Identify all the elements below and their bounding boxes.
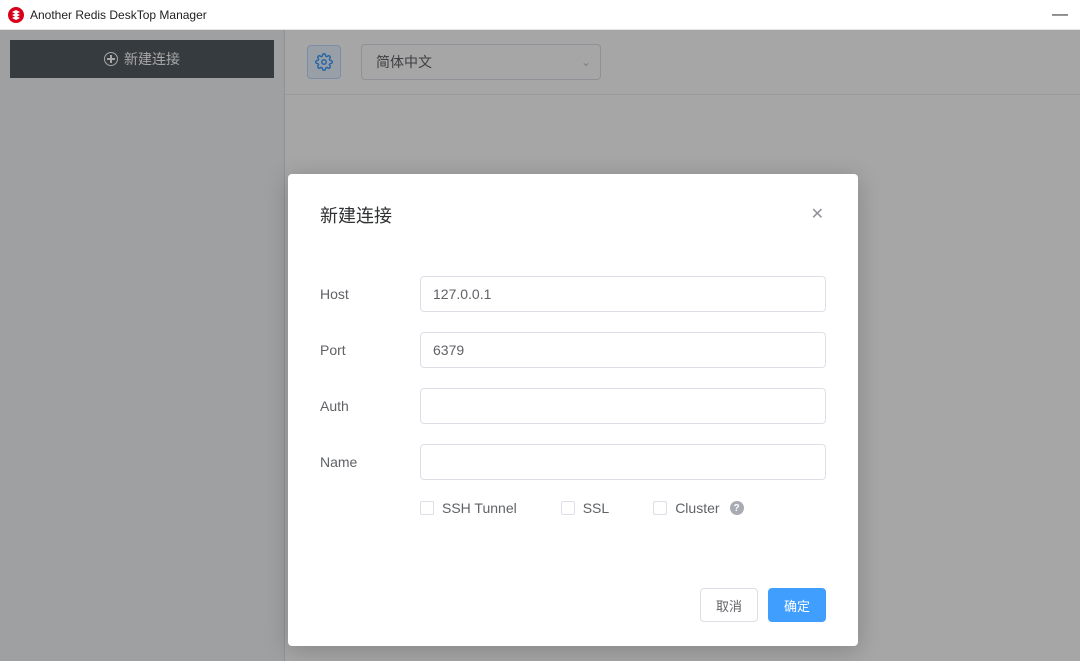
checkbox-icon xyxy=(561,501,575,515)
help-icon[interactable]: ? xyxy=(730,501,744,515)
close-icon: ✕ xyxy=(811,206,824,223)
port-input[interactable] xyxy=(420,332,826,368)
name-label: Name xyxy=(320,454,420,470)
dialog-close-button[interactable]: ✕ xyxy=(809,205,826,225)
host-input[interactable] xyxy=(420,276,826,312)
cancel-button[interactable]: 取消 xyxy=(700,588,758,622)
window-titlebar: Another Redis DeskTop Manager — xyxy=(0,0,1080,30)
auth-input[interactable] xyxy=(420,388,826,424)
cluster-checkbox[interactable]: Cluster ? xyxy=(653,500,743,516)
checkbox-icon xyxy=(420,501,434,515)
ssl-label: SSL xyxy=(583,500,609,516)
new-connection-dialog: 新建连接 ✕ Host Port Auth Name SSH Tunnel xyxy=(288,174,858,646)
app-icon xyxy=(8,7,24,23)
checkbox-icon xyxy=(653,501,667,515)
ok-button[interactable]: 确定 xyxy=(768,588,826,622)
modal-overlay: 新建连接 ✕ Host Port Auth Name SSH Tunnel xyxy=(0,30,1080,661)
cluster-label: Cluster xyxy=(675,500,719,516)
name-input[interactable] xyxy=(420,444,826,480)
port-label: Port xyxy=(320,342,420,358)
ssl-checkbox[interactable]: SSL xyxy=(561,500,609,516)
host-label: Host xyxy=(320,286,420,302)
dialog-title: 新建连接 xyxy=(320,202,392,228)
ssh-tunnel-checkbox[interactable]: SSH Tunnel xyxy=(420,500,517,516)
window-title: Another Redis DeskTop Manager xyxy=(30,8,207,22)
ssh-tunnel-label: SSH Tunnel xyxy=(442,500,517,516)
auth-label: Auth xyxy=(320,398,420,414)
window-minimize-button[interactable]: — xyxy=(1048,6,1072,24)
